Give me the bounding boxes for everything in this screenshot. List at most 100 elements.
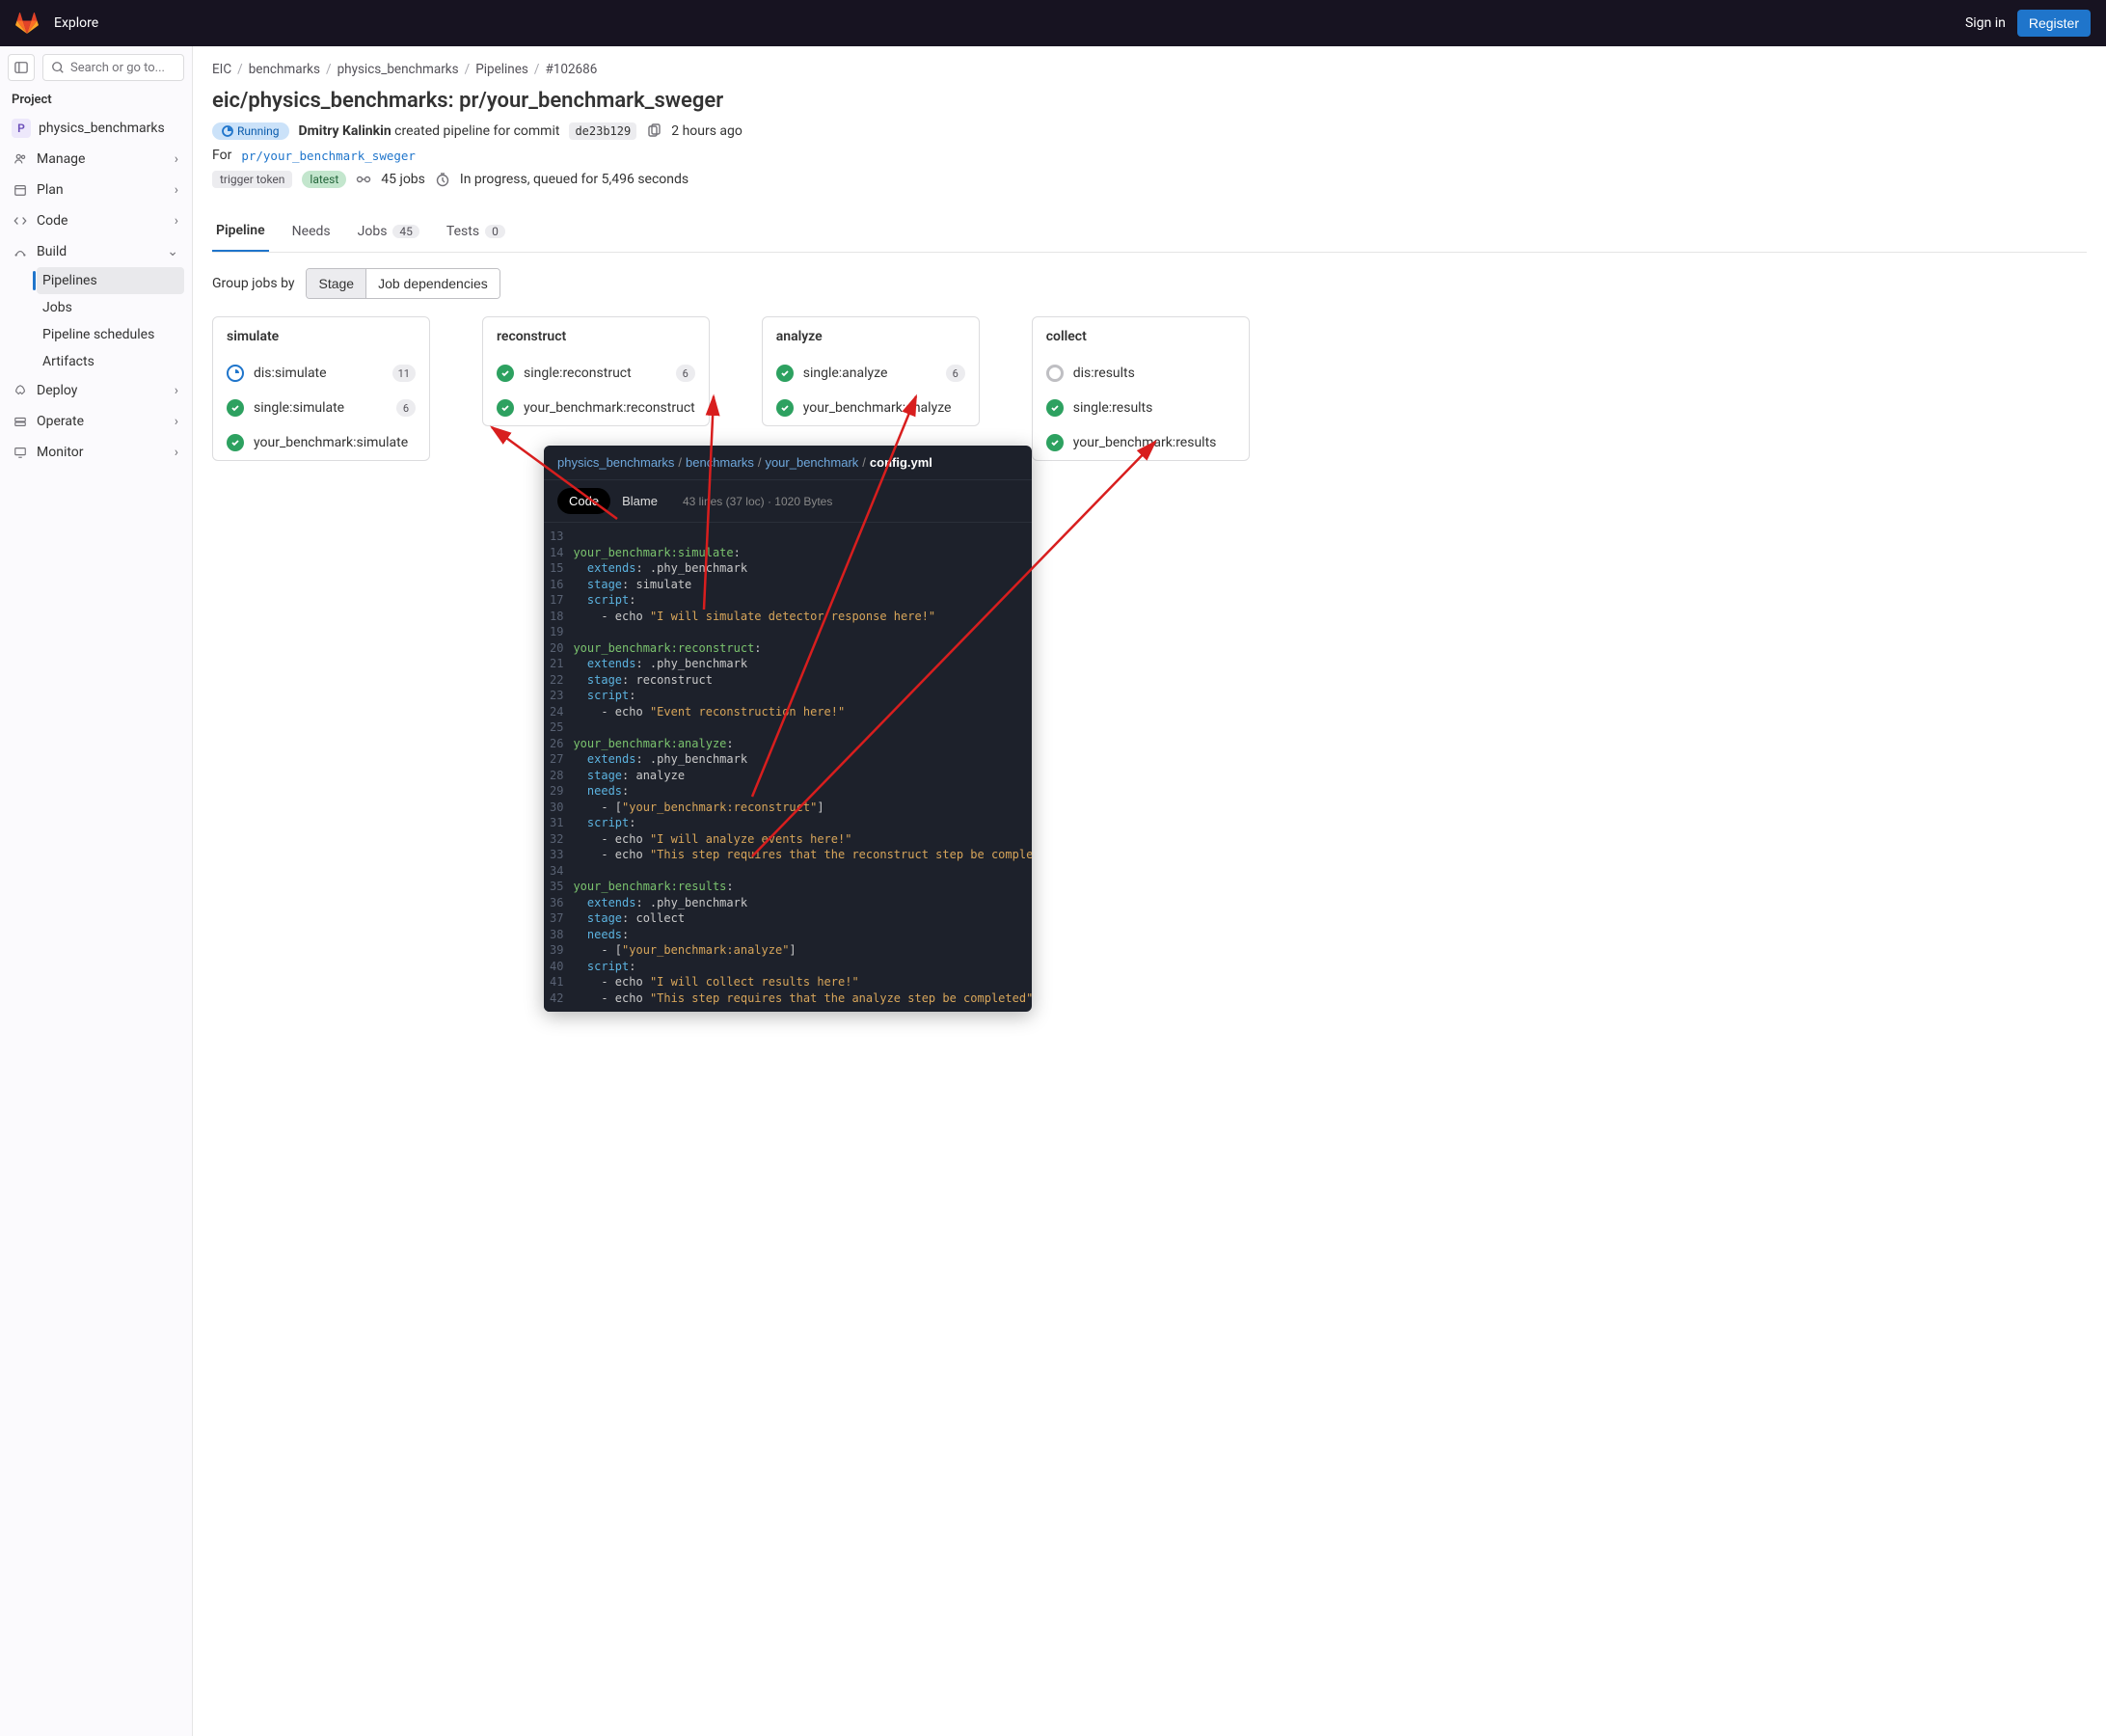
- waiting-icon: [1046, 365, 1064, 382]
- collapse-sidebar-button[interactable]: [8, 54, 35, 81]
- code-tab-code[interactable]: Code: [557, 488, 610, 514]
- job-item[interactable]: your_benchmark:simulate: [213, 425, 429, 460]
- success-icon: [1046, 434, 1064, 451]
- chevron-right-icon: ›: [175, 151, 178, 167]
- success-icon: [1046, 399, 1064, 417]
- breadcrumb-item[interactable]: EIC: [212, 62, 231, 77]
- monitor-icon: [14, 446, 27, 459]
- job-name: your_benchmark:simulate: [254, 435, 416, 450]
- nav-monitor[interactable]: Monitor ›: [8, 437, 184, 468]
- breadcrumb-item[interactable]: physics_benchmarks: [338, 62, 459, 77]
- job-item[interactable]: single:analyze 6: [763, 356, 979, 391]
- breadcrumb: EIC/benchmarks/physics_benchmarks/Pipeli…: [212, 62, 2087, 77]
- code-crumb-item[interactable]: benchmarks: [686, 455, 754, 470]
- trigger-token-badge: trigger token: [212, 171, 292, 188]
- job-item[interactable]: your_benchmark:reconstruct: [483, 391, 709, 425]
- nav-artifacts[interactable]: Artifacts: [37, 348, 184, 375]
- chevron-right-icon: ›: [175, 213, 178, 229]
- code-tab-blame[interactable]: Blame: [610, 488, 669, 514]
- users-icon: [14, 152, 27, 166]
- nav-manage[interactable]: Manage ›: [8, 144, 184, 175]
- running-icon: [222, 125, 233, 137]
- stage-header: analyze: [763, 317, 979, 356]
- chevron-right-icon: ›: [175, 383, 178, 398]
- job-item[interactable]: dis:results: [1033, 356, 1249, 391]
- search-icon: [51, 61, 65, 74]
- search-input[interactable]: Search or go to...: [42, 54, 184, 81]
- breadcrumb-item[interactable]: Pipelines: [475, 62, 528, 77]
- plan-icon: [14, 183, 27, 197]
- tab-jobs[interactable]: Jobs45: [354, 211, 423, 252]
- queued-text: In progress, queued for 5,496 seconds: [460, 172, 688, 187]
- job-item[interactable]: your_benchmark:analyze: [763, 391, 979, 425]
- stage-header: collect: [1033, 317, 1249, 356]
- operate-icon: [14, 415, 27, 428]
- page-title: eic/physics_benchmarks: pr/your_benchmar…: [212, 89, 2087, 113]
- chevron-right-icon: ›: [175, 445, 178, 460]
- nav-code[interactable]: Code ›: [8, 205, 184, 236]
- success-icon: [227, 399, 244, 417]
- author-name: Dmitry Kalinkin created pipeline for com…: [299, 123, 560, 139]
- copy-icon[interactable]: [646, 123, 662, 139]
- breadcrumb-item[interactable]: benchmarks: [249, 62, 320, 77]
- job-count-badge: 6: [676, 365, 695, 382]
- latest-badge: latest: [302, 171, 346, 188]
- breadcrumb-item[interactable]: #102686: [545, 62, 597, 77]
- code-meta: 43 lines (37 loc) · 1020 Bytes: [683, 495, 832, 508]
- clock-icon: [435, 172, 450, 187]
- build-icon: [14, 245, 27, 258]
- code-viewer: physics_benchmarks/benchmarks/your_bench…: [544, 446, 1032, 1012]
- nav-build[interactable]: Build ⌄: [8, 236, 184, 267]
- job-item[interactable]: single:results: [1033, 391, 1249, 425]
- job-item[interactable]: dis:simulate11: [213, 356, 429, 391]
- job-name: your_benchmark:reconstruct: [524, 400, 695, 416]
- signin-link[interactable]: Sign in: [1965, 15, 2006, 31]
- running-icon: [227, 365, 244, 382]
- job-name: single:analyze: [803, 366, 936, 381]
- nav-jobs[interactable]: Jobs: [37, 294, 184, 321]
- code-crumb-item[interactable]: your_benchmark: [765, 455, 858, 470]
- group-label: Group jobs by: [212, 276, 294, 291]
- job-name: your_benchmark:analyze: [803, 400, 965, 416]
- group-deps-button[interactable]: Job dependencies: [365, 269, 500, 298]
- stage-card: collectdis:resultssingle:results your_ben…: [1032, 316, 1250, 461]
- tab-needs[interactable]: Needs: [288, 211, 335, 252]
- tab-tests[interactable]: Tests0: [443, 211, 509, 252]
- success-icon: [776, 399, 794, 417]
- status-badge[interactable]: Running: [212, 122, 289, 140]
- tab-pipeline[interactable]: Pipeline: [212, 211, 269, 252]
- success-icon: [497, 399, 514, 417]
- job-item[interactable]: your_benchmark:results: [1033, 425, 1249, 460]
- time-ago: 2 hours ago: [671, 123, 742, 139]
- nav-operate[interactable]: Operate ›: [8, 406, 184, 437]
- job-name: your_benchmark:results: [1073, 435, 1235, 450]
- job-name: dis:simulate: [254, 366, 383, 381]
- nav-schedules[interactable]: Pipeline schedules: [37, 321, 184, 348]
- code-crumb-item[interactable]: physics_benchmarks: [557, 455, 674, 470]
- jobs-count: 45 jobs: [381, 172, 425, 187]
- chevron-right-icon: ›: [175, 414, 178, 429]
- gitlab-logo[interactable]: [15, 12, 39, 35]
- project-section-label: Project: [12, 93, 184, 107]
- commit-sha[interactable]: de23b129: [569, 122, 636, 140]
- chevron-down-icon: ⌄: [167, 244, 178, 259]
- job-item[interactable]: single:reconstruct6: [483, 356, 709, 391]
- code-crumb-item: config.yml: [870, 455, 932, 470]
- group-stage-button[interactable]: Stage: [307, 269, 365, 298]
- project-link[interactable]: P physics_benchmarks: [8, 113, 184, 144]
- branch-link[interactable]: pr/your_benchmark_sweger: [241, 149, 416, 163]
- project-avatar: P: [12, 119, 31, 138]
- nav-plan[interactable]: Plan ›: [8, 175, 184, 205]
- stage-header: reconstruct: [483, 317, 709, 356]
- nav-deploy[interactable]: Deploy ›: [8, 375, 184, 406]
- job-item[interactable]: single:simulate6: [213, 391, 429, 425]
- job-count-badge: 6: [396, 399, 416, 417]
- register-button[interactable]: Register: [2017, 10, 2091, 37]
- stage-header: simulate: [213, 317, 429, 356]
- rocket-icon: [14, 384, 27, 397]
- explore-link[interactable]: Explore: [54, 15, 98, 31]
- job-count-badge: 6: [946, 365, 965, 382]
- sidebar-icon: [14, 61, 28, 74]
- nav-pipelines[interactable]: Pipelines: [37, 267, 184, 294]
- jobs-icon: [356, 172, 371, 187]
